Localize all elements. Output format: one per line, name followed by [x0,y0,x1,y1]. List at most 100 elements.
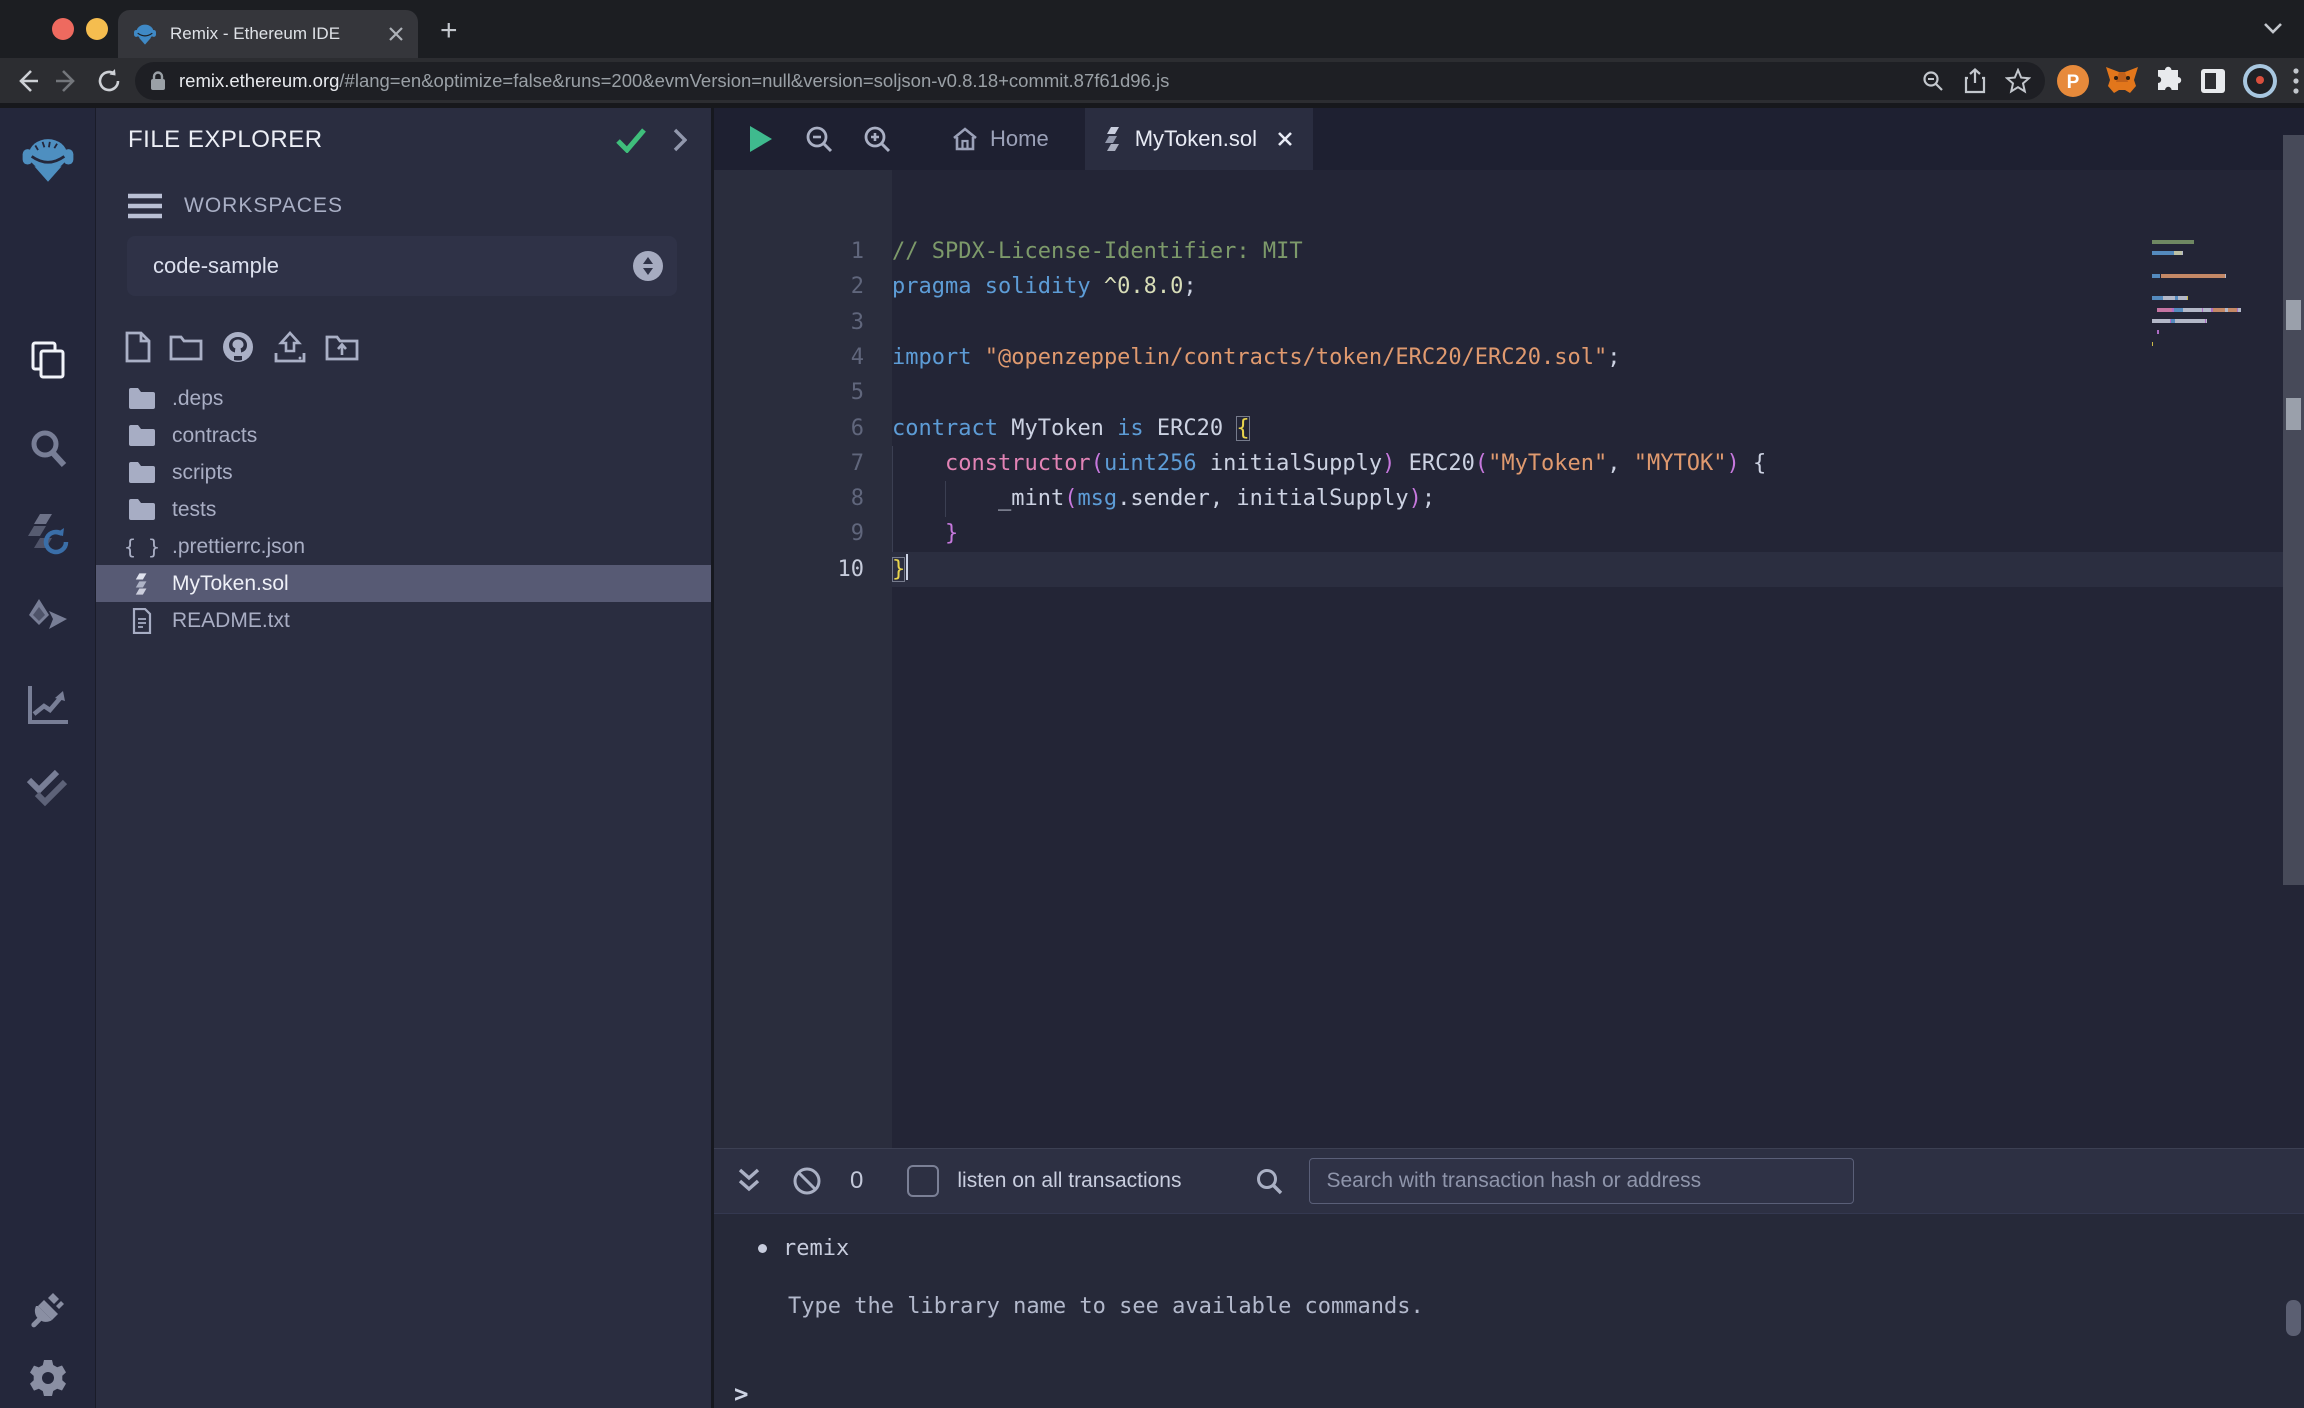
tab-close-icon[interactable] [1277,131,1293,147]
run-script-button[interactable] [732,124,790,154]
zoom-out-button[interactable] [790,125,848,153]
window-minimize-button[interactable] [86,18,108,40]
workspace-sort-icon[interactable] [633,251,663,281]
terminal-prompt: > [734,1380,748,1408]
terminal-expand-icon[interactable] [736,1166,762,1196]
code-line-2: pragma solidity ^0.8.0; [892,269,1197,304]
polkadot-extension-icon[interactable]: P [2056,64,2090,98]
forward-icon[interactable] [54,68,80,94]
github-clone-icon[interactable] [221,330,255,364]
json-icon: { } [124,535,160,559]
workspace-select[interactable]: code-sample [127,236,677,296]
bookmark-star-icon[interactable] [2005,68,2031,94]
workspaces-row: WORKSPACES [128,193,343,219]
listen-transactions-label[interactable]: listen on all transactions [957,1169,1181,1193]
upload-file-icon[interactable] [273,331,307,363]
current-line-highlight [892,552,2283,587]
file-explorer-icon[interactable] [0,320,95,400]
url-path: /#lang=en&optimize=false&runs=200&evmVer… [339,70,1169,91]
address-bar[interactable]: remix.ethereum.org/#lang=en&optimize=fal… [135,62,2045,100]
code-line-4: import "@openzeppelin/contracts/token/ER… [892,340,1621,375]
folder-icon [128,388,156,410]
window-close-button[interactable] [52,18,74,40]
unit-testing-icon[interactable] [0,748,95,828]
folder-icon [128,499,156,521]
remix-logo[interactable] [0,120,95,200]
analysis-chart-icon[interactable] [0,664,95,744]
lock-icon [149,71,167,91]
terminal-clear-icon[interactable] [792,1166,822,1196]
browser-tab-strip: Remix - Ethereum IDE + [0,0,2304,58]
workspace-selected-value: code-sample [153,253,633,279]
terminal-body[interactable]: remix Type the library name to see avail… [714,1214,2304,1408]
side-panel-icon[interactable] [2198,66,2228,96]
panel-header: FILE EXPLORER [128,126,687,154]
panel-chevron-right-icon[interactable] [673,128,687,152]
code-line-10: } [892,552,908,587]
code-area[interactable]: 12345678910 // SPDX-License-Identifier: … [714,170,2283,1148]
page-scrollbar-thumb[interactable] [2286,300,2301,330]
tab-home[interactable]: Home [932,108,1069,170]
transaction-search-input[interactable] [1309,1158,1854,1204]
code-line-8: _mint(msg.sender, initialSupply); [892,481,1435,516]
deploy-run-icon[interactable] [0,578,95,658]
new-folder-icon[interactable] [169,333,203,361]
settings-gear-icon[interactable] [0,1338,95,1408]
zoom-in-button[interactable] [848,125,906,153]
code-line-9: } [892,516,958,551]
browser-tab-title: Remix - Ethereum IDE [170,24,388,44]
url-text: remix.ethereum.org/#lang=en&optimize=fal… [179,70,1911,92]
check-icon [615,127,647,153]
terminal-scrollbar-thumb[interactable] [2286,1300,2301,1336]
page-scrollbar-thumb[interactable] [2286,398,2301,430]
terminal: 0 listen on all transactions remix Type … [714,1148,2304,1408]
search-icon[interactable] [0,408,95,488]
line-number: 3 [744,305,864,340]
reload-icon[interactable] [96,68,122,94]
line-number: 6 [744,411,864,446]
minimap[interactable] [2152,240,2284,353]
file-tree-item-contracts[interactable]: contracts [96,417,711,454]
browser-menu-icon[interactable] [2292,66,2300,96]
tab-mytoken-sol[interactable]: MyToken.sol [1085,108,1313,170]
browser-tab[interactable]: Remix - Ethereum IDE [118,10,418,58]
code-line-7: constructor(uint256 initialSupply) ERC20… [892,446,1766,481]
log-bullet-icon [758,1244,767,1253]
line-number: 8 [744,481,864,516]
extensions-puzzle-icon[interactable] [2154,66,2184,96]
listen-transactions-checkbox[interactable] [907,1165,939,1197]
metamask-extension-icon[interactable] [2104,64,2140,98]
tab-home-label: Home [990,126,1049,152]
workspaces-label: WORKSPACES [184,194,343,218]
solidity-compiler-icon[interactable] [0,494,95,574]
plugin-manager-icon[interactable] [0,1268,95,1348]
svg-text:P: P [2067,72,2080,93]
line-number: 4 [744,340,864,375]
terminal-toolbar: 0 listen on all transactions [714,1148,2304,1214]
text-cursor [906,554,908,580]
hamburger-menu-icon[interactable] [128,193,162,219]
file-tree-item-scripts[interactable]: scripts [96,454,711,491]
url-domain: remix.ethereum.org [179,70,339,91]
file-tree-item-mytoken-sol[interactable]: MyToken.sol [96,565,711,602]
new-file-icon[interactable] [125,331,151,363]
back-icon[interactable] [14,68,40,94]
share-icon[interactable] [1963,68,1987,94]
tab-search-chevron-icon[interactable] [2262,20,2284,36]
file-tree-item-tests[interactable]: tests [96,491,711,528]
profile-avatar[interactable] [2242,63,2278,99]
browser-toolbar: remix.ethereum.org/#lang=en&optimize=fal… [0,58,2304,108]
page-scrollbar-track[interactable] [2283,135,2304,885]
file-tree-item--prettierrc-json[interactable]: { }.prettierrc.json [96,528,711,565]
panel-title: FILE EXPLORER [128,126,615,154]
solidity-file-icon [134,572,150,596]
file-tree: .depscontractsscriptstests{ }.prettierrc… [96,380,711,639]
file-tree-item--deps[interactable]: .deps [96,380,711,417]
zoom-page-icon[interactable] [1921,69,1945,93]
tab-close-icon[interactable] [388,26,404,42]
upload-folder-icon[interactable] [325,333,359,361]
new-tab-button[interactable]: + [440,14,458,48]
line-number: 9 [744,516,864,551]
terminal-log-source-row[interactable]: remix [758,1236,849,1261]
file-tree-item-readme-txt[interactable]: README.txt [96,602,711,639]
